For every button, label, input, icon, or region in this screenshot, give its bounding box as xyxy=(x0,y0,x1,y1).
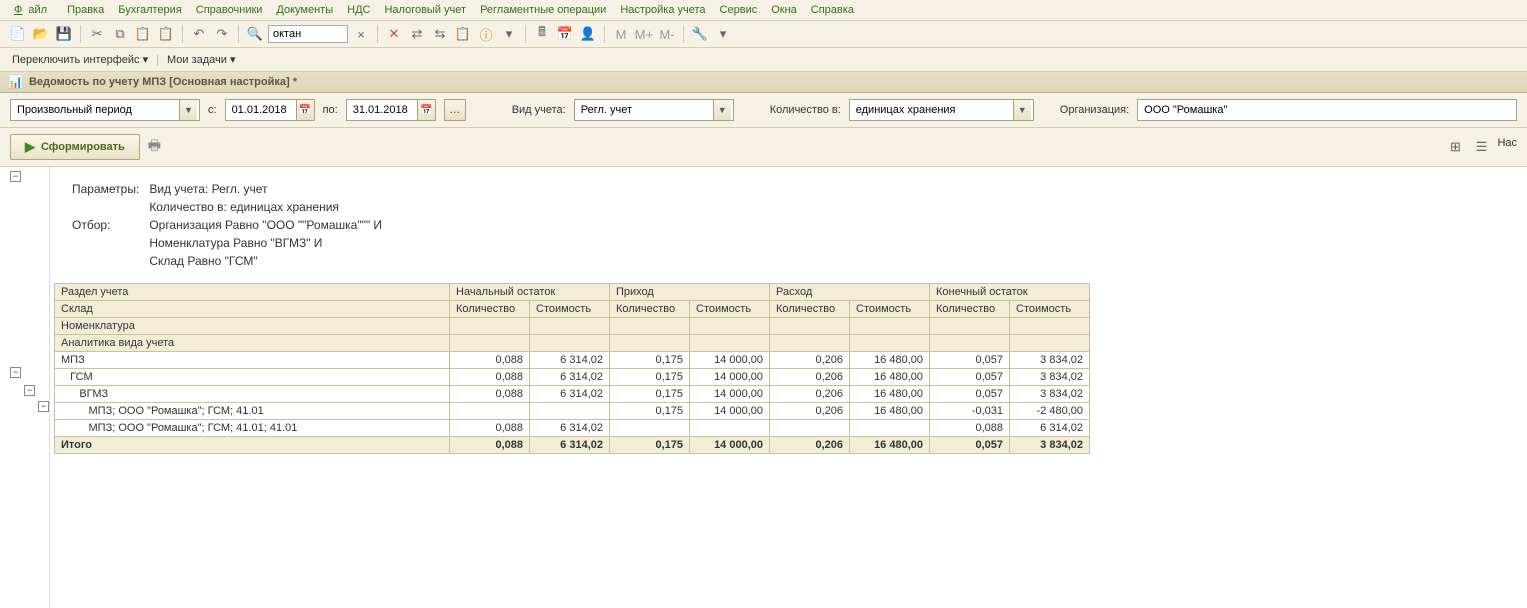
acct-type-combo[interactable]: ▼ xyxy=(574,99,734,121)
chevron-down-icon[interactable]: ▼ xyxy=(1013,100,1031,120)
m-icon[interactable]: M xyxy=(611,24,631,44)
redo-icon[interactable]: ↷ xyxy=(212,24,232,44)
copy-icon[interactable]: ⧉ xyxy=(110,24,130,44)
menu-regops[interactable]: Регламентные операции xyxy=(474,2,612,18)
m-minus-icon[interactable]: M- xyxy=(657,24,677,44)
tree-gutter: − − − − xyxy=(0,167,50,608)
menu-file[interactable]: Файл xyxy=(8,2,59,18)
org-label: Организация: xyxy=(1060,104,1129,116)
new-icon[interactable]: 📄 xyxy=(8,24,28,44)
menu-accounting[interactable]: Бухгалтерия xyxy=(112,2,188,18)
my-tasks[interactable]: Мои задачи ▾ xyxy=(163,51,240,68)
menu-setupacct[interactable]: Настройка учета xyxy=(614,2,711,18)
menu-help[interactable]: Справка xyxy=(805,2,860,18)
search-input[interactable] xyxy=(268,25,348,43)
menu-directories[interactable]: Справочники xyxy=(190,2,269,18)
window-titlebar: 📊 Ведомость по учету МПЗ [Основная настр… xyxy=(0,72,1527,93)
menu-documents[interactable]: Документы xyxy=(270,2,339,18)
m-plus-icon[interactable]: M+ xyxy=(634,24,654,44)
open-icon[interactable]: 📂 xyxy=(31,24,51,44)
menu-edit[interactable]: Правка xyxy=(61,2,110,18)
calc-icon[interactable]: 🖩 xyxy=(532,24,552,44)
menu-nds[interactable]: НДС xyxy=(341,2,376,18)
switch-interface[interactable]: Переключить интерфейс ▾ xyxy=(8,51,152,68)
menubar: Файл Правка Бухгалтерия Справочники Доку… xyxy=(0,0,1527,21)
search-icon[interactable]: 🔍 xyxy=(245,24,265,44)
calendar-icon[interactable]: 📅 xyxy=(417,100,435,120)
menu-taxacct[interactable]: Налоговый учет xyxy=(378,2,472,18)
action-bar: ▶ Сформировать 🖶 ⊞ ☰ Нас xyxy=(0,128,1527,167)
run-button[interactable]: ▶ Сформировать xyxy=(10,134,140,160)
parameters-block: Параметры:Вид учета: Регл. учет Количест… xyxy=(50,167,1527,279)
person-icon[interactable]: 👤 xyxy=(578,24,598,44)
report-icon: 📊 xyxy=(8,75,23,89)
tree-collapse-button[interactable]: − xyxy=(38,401,49,412)
report-body: Параметры:Вид учета: Регл. учет Количест… xyxy=(50,167,1527,608)
main-toolbar: 📄 📂 💾 ✂ ⧉ 📋 📋 ↶ ↷ 🔍 × ✕ ⇄ ⇆ 📋 ⓘ ▾ 🖩 📅 👤 … xyxy=(0,21,1527,48)
table-row[interactable]: МПЗ0,0886 314,020,17514 000,000,20616 48… xyxy=(55,352,1090,369)
period-type-combo[interactable]: ▼ xyxy=(10,99,200,121)
tree-collapse-button[interactable]: − xyxy=(10,367,21,378)
header-row-2: Склад КоличествоСтоимость КоличествоСтои… xyxy=(55,301,1090,318)
list-icon[interactable]: ☰ xyxy=(1471,137,1491,157)
to-label: по: xyxy=(323,104,338,116)
total-row: Итого 0,0886 314,02 0,17514 000,00 0,206… xyxy=(55,437,1090,454)
settings-icon[interactable]: 🔧 xyxy=(690,24,710,44)
from-label: с: xyxy=(208,104,217,116)
report-content: − − − − Параметры:Вид учета: Регл. учет … xyxy=(0,167,1527,608)
table-row[interactable]: ГСМ0,0886 314,020,17514 000,000,20616 48… xyxy=(55,369,1090,386)
chevron-down-icon[interactable]: ▼ xyxy=(179,100,197,120)
play-icon: ▶ xyxy=(25,139,35,155)
undo-icon[interactable]: ↶ xyxy=(189,24,209,44)
header-row-1: Раздел учета Начальный остаток Приход Ра… xyxy=(55,284,1090,301)
date-from[interactable]: 📅 xyxy=(225,99,315,121)
acct-type-label: Вид учета: xyxy=(512,104,566,116)
menu-service[interactable]: Сервис xyxy=(714,2,764,18)
search-clear-icon[interactable]: × xyxy=(351,24,371,44)
table-row[interactable]: МПЗ; ООО "Ромашка"; ГСМ; 41.01; 41.010,0… xyxy=(55,420,1090,437)
tb-icon-4[interactable]: 📋 xyxy=(453,24,473,44)
org-combo[interactable] xyxy=(1137,99,1517,121)
calendar-icon[interactable]: 📅 xyxy=(296,100,314,120)
tb-icon-2[interactable]: ⇄ xyxy=(407,24,427,44)
cut-icon[interactable]: ✂ xyxy=(87,24,107,44)
print-icon[interactable]: 🖶 xyxy=(148,135,161,159)
table-icon[interactable]: ⊞ xyxy=(1445,137,1465,157)
save-icon[interactable]: 💾 xyxy=(54,24,74,44)
nas-label[interactable]: Нас xyxy=(1497,137,1517,157)
menu-windows[interactable]: Окна xyxy=(765,2,803,18)
tb-icon-1[interactable]: ✕ xyxy=(384,24,404,44)
table-row[interactable]: МПЗ; ООО "Ромашка"; ГСМ; 41.010,17514 00… xyxy=(55,403,1090,420)
info-icon[interactable]: ⓘ xyxy=(476,24,496,44)
chevron-down-icon[interactable]: ▼ xyxy=(713,100,731,120)
tree-collapse-button[interactable]: − xyxy=(10,171,21,182)
data-table: Раздел учета Начальный остаток Приход Ра… xyxy=(54,283,1090,454)
qty-in-label: Количество в: xyxy=(770,104,841,116)
tree-collapse-button[interactable]: − xyxy=(24,385,35,396)
header-row-4: Аналитика вида учета xyxy=(55,335,1090,352)
period-picker-button[interactable]: … xyxy=(444,99,466,121)
table-row[interactable]: ВГМЗ0,0886 314,020,17514 000,000,20616 4… xyxy=(55,386,1090,403)
tb-icon-3[interactable]: ⇆ xyxy=(430,24,450,44)
secondary-toolbar: Переключить интерфейс ▾ | Мои задачи ▾ xyxy=(0,48,1527,72)
window-title: Ведомость по учету МПЗ [Основная настрой… xyxy=(29,76,297,88)
date-to[interactable]: 📅 xyxy=(346,99,436,121)
calendar-icon[interactable]: 📅 xyxy=(555,24,575,44)
paste-icon[interactable]: 📋 xyxy=(133,24,153,44)
clipboard-icon[interactable]: 📋 xyxy=(156,24,176,44)
qty-in-combo[interactable]: ▼ xyxy=(849,99,1034,121)
header-row-3: Номенклатура xyxy=(55,318,1090,335)
filter-bar: ▼ с: 📅 по: 📅 … Вид учета: ▼ Количество в… xyxy=(0,93,1527,128)
dropdown-icon[interactable]: ▾ xyxy=(499,24,519,44)
dropdown2-icon[interactable]: ▾ xyxy=(713,24,733,44)
